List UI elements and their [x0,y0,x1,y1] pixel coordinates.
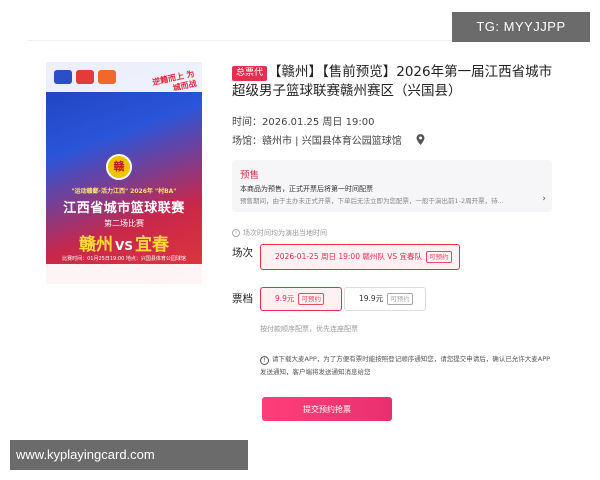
sponsor-logo-icon [54,70,72,84]
poster-league-name: 江西省城市篮球联赛 [63,201,185,216]
watermark-bottom: www.kyplayingcard.com [10,440,248,470]
poster-vs: VS [115,239,133,253]
event-poster[interactable]: 逆籍而上 为城而战 赣 "运动赣鄱·活力江西" 2026年 "村BA" 江西省城… [46,62,202,284]
session-option[interactable]: 2026-01-25 周日 19:00 赣州队 VS 宜春队 可预约 [260,244,460,270]
sponsor-logo-icon [98,70,116,84]
poster-matchup: 赣州 VS 宜春 [46,230,202,255]
info-icon: i [232,229,240,237]
warning-text: 请下载大麦APP，为了方便有票时能按照登记顺序通知您，请您提交申请后，确认已允许… [260,355,551,376]
agent-badge: 总票代 [232,66,268,81]
reservable-tag: 可预约 [426,251,452,263]
session-option-text: 2026-01-25 周日 19:00 赣州队 VS 宜春队 [275,252,423,261]
presale-notice[interactable]: 预售 本商品为预售，正式开票后将第一时间配票 预售期间，由于主办未正式开票，下单… [232,160,552,212]
warning-icon: ! [260,356,269,365]
poster-tagline: "运动赣鄱·活力江西" 2026年 "村BA" [71,188,177,195]
submit-reservation-button[interactable]: 提交预约抢票 [262,397,392,421]
tier-option-19-9[interactable]: 19.9元 可预约 [344,287,426,311]
app-notification-warning: ! 请下载大麦APP，为了方便有票时能按照登记顺序通知您，请您提交申请后，确认已允… [260,353,554,379]
tier-price: 19.9元 [359,294,384,303]
poster-sponsor-strip [46,264,202,284]
presale-label: 预售 [240,170,260,181]
poster-home-team: 赣州 [79,235,114,255]
timezone-note-text: 场次时间均为演出当地时间 [243,229,327,237]
event-venue-row: 场馆：赣州市 | 兴国县体育公园篮球馆 [232,132,425,147]
chevron-right-icon[interactable]: › [542,194,546,204]
seating-order-note: 按付款顺序配票，优先连座配票 [260,325,358,333]
sponsor-logo-icon [76,70,94,84]
tier-option-9-9[interactable]: 9.9元 可预约 [260,287,342,311]
basketball-emblem-icon: 赣 [106,154,132,180]
poster-away-team: 宜春 [134,235,169,255]
event-title: 【赣州】【售前预览】2026年第一届江西省城市超级男子篮球联赛赣州赛区（兴国县） [232,64,553,99]
event-venue: 场馆：赣州市 | 兴国县体育公园篮球馆 [232,136,402,147]
reservable-tag: 可预约 [387,293,413,305]
tier-label: 票档 [232,293,253,305]
session-label: 场次 [232,247,253,259]
poster-round: 第二场比赛 [104,219,144,228]
poster-meta: 比赛时间：01月25日19:00 地点：兴国县体育公园球馆 [62,256,186,262]
presale-summary: 本商品为预售，正式开票后将第一时间配票 [240,185,373,193]
presale-detail: 预售期间，由于主办未正式开票，下单后无法立即为您配票，一般于演出前1-2周开票，… [240,197,504,205]
reservable-tag: 可预约 [298,293,324,305]
event-time: 时间：2026.01.25 周日 19:00 [232,117,375,128]
tier-price: 9.9元 [275,294,295,303]
timezone-note: i 场次时间均为演出当地时间 [232,228,327,238]
location-pin-icon[interactable] [416,134,425,145]
watermark-top: TG: MYYJJPP [452,12,590,42]
